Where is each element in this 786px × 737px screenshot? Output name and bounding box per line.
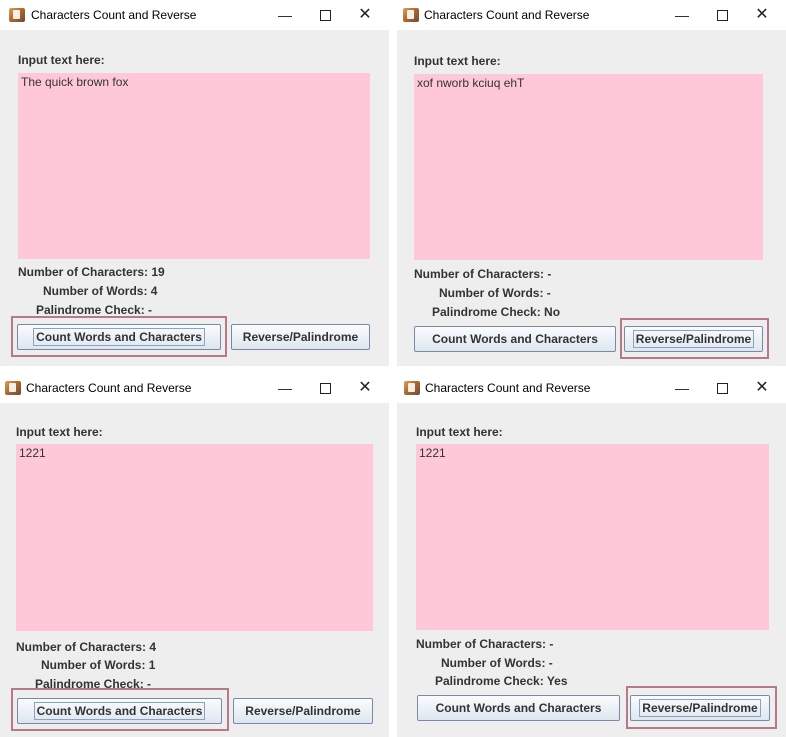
maximize-icon	[319, 9, 331, 21]
java-app-icon	[404, 381, 420, 395]
java-app-icon	[9, 8, 25, 22]
characters-count-label: Number of Characters: -	[416, 637, 554, 651]
title-bar[interactable]: Characters Count and Reverse — ✕	[397, 0, 786, 30]
words-count-label: Number of Words: -	[439, 286, 551, 300]
text-input-area[interactable]: xof nworb kciuq ehT	[414, 74, 763, 260]
close-button[interactable]: ✕	[742, 0, 782, 30]
java-app-icon	[403, 8, 419, 22]
maximize-button[interactable]	[702, 0, 742, 30]
main-panel: Input text here: The quick brown fox Num…	[0, 30, 389, 366]
minimize-button[interactable]: —	[265, 373, 305, 403]
palindrome-check-label: Palindrome Check: -	[36, 303, 153, 317]
title-bar[interactable]: Characters Count and Reverse — ✕	[0, 0, 389, 30]
main-panel: Input text here: xof nworb kciuq ehT Num…	[397, 30, 786, 366]
reverse-palindrome-button[interactable]: Reverse/Palindrome	[233, 698, 373, 724]
palindrome-check-label: Palindrome Check: No	[432, 305, 561, 319]
input-label: Input text here:	[416, 425, 503, 439]
maximize-icon	[716, 9, 728, 21]
close-button[interactable]: ✕	[345, 373, 385, 403]
app-window-3: Characters Count and Reverse — ✕ Input t…	[0, 373, 389, 737]
close-button[interactable]: ✕	[742, 373, 782, 403]
maximize-icon	[319, 382, 331, 394]
title-bar[interactable]: Characters Count and Reverse — ✕	[0, 373, 389, 403]
text-input-area[interactable]: 1221	[16, 444, 373, 631]
maximize-button[interactable]	[305, 373, 345, 403]
input-label: Input text here:	[16, 425, 103, 439]
characters-count-label: Number of Characters: -	[414, 267, 552, 281]
reverse-palindrome-button[interactable]: Reverse/Palindrome	[231, 324, 370, 350]
window-title: Characters Count and Reverse	[424, 8, 590, 22]
input-label: Input text here:	[414, 54, 501, 68]
title-bar[interactable]: Characters Count and Reverse — ✕	[397, 373, 786, 403]
count-words-characters-button[interactable]: Count Words and Characters	[17, 324, 221, 350]
minimize-button[interactable]: —	[662, 0, 702, 30]
window-title: Characters Count and Reverse	[26, 381, 192, 395]
minimize-button[interactable]: —	[265, 0, 305, 30]
reverse-palindrome-button[interactable]: Reverse/Palindrome	[624, 326, 763, 352]
window-title: Characters Count and Reverse	[425, 381, 591, 395]
words-count-label: Number of Words: 1	[41, 658, 156, 672]
app-window-1: Characters Count and Reverse — ✕ Input t…	[0, 0, 389, 366]
palindrome-check-label: Palindrome Check: Yes	[435, 674, 568, 688]
maximize-icon	[716, 382, 728, 394]
reverse-palindrome-button[interactable]: Reverse/Palindrome	[630, 695, 770, 721]
count-words-characters-button[interactable]: Count Words and Characters	[417, 695, 620, 721]
text-input-area[interactable]: 1221	[416, 444, 769, 630]
characters-count-label: Number of Characters: 19	[18, 265, 165, 279]
maximize-button[interactable]	[305, 0, 345, 30]
count-words-characters-button[interactable]: Count Words and Characters	[414, 326, 616, 352]
main-panel: Input text here: 1221 Number of Characte…	[0, 403, 389, 737]
minimize-button[interactable]: —	[662, 373, 702, 403]
app-window-2: Characters Count and Reverse — ✕ Input t…	[397, 0, 786, 366]
characters-count-label: Number of Characters: 4	[16, 640, 157, 654]
words-count-label: Number of Words: 4	[43, 284, 158, 298]
input-label: Input text here:	[18, 53, 105, 67]
main-panel: Input text here: 1221 Number of Characte…	[397, 403, 786, 737]
window-title: Characters Count and Reverse	[31, 8, 197, 22]
text-input-area[interactable]: The quick brown fox	[18, 73, 370, 259]
palindrome-check-label: Palindrome Check: -	[35, 677, 152, 691]
words-count-label: Number of Words: -	[441, 656, 553, 670]
close-button[interactable]: ✕	[345, 0, 385, 30]
app-window-4: Characters Count and Reverse — ✕ Input t…	[397, 373, 786, 737]
maximize-button[interactable]	[702, 373, 742, 403]
count-words-characters-button[interactable]: Count Words and Characters	[17, 698, 222, 724]
java-app-icon	[5, 381, 21, 395]
